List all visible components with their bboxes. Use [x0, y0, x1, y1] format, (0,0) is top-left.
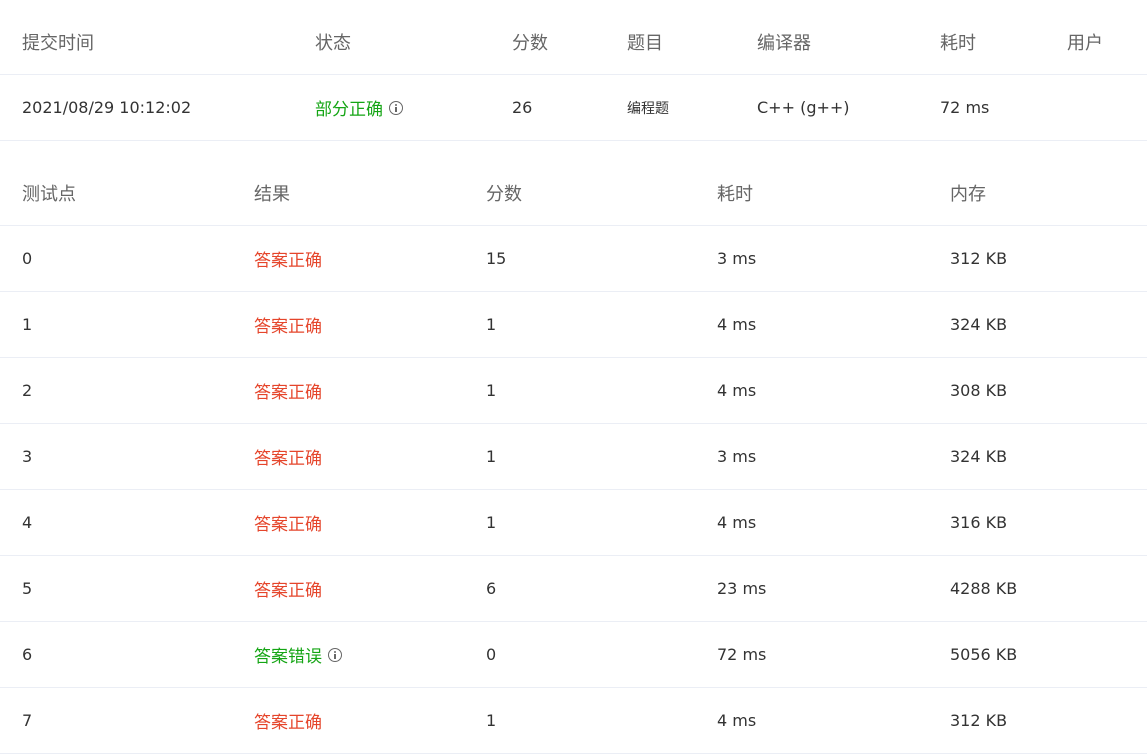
testcase-result-cell: 答案正确	[254, 358, 322, 423]
testcase-result: 答案正确	[254, 449, 322, 469]
compiler-name: C++ (g++)	[757, 98, 850, 117]
header-user: 用户	[1067, 33, 1103, 54]
header-testcase: 测试点	[22, 183, 76, 205]
table-row: 5 答案正确 6 23 ms 4288 KB	[0, 556, 1147, 622]
table-row: 3 答案正确 1 3 ms 324 KB	[0, 424, 1147, 490]
testcase-memory: 5056 KB	[950, 645, 1018, 664]
testcase-id: 2	[22, 381, 33, 400]
testcase-result-cell: 答案正确	[254, 556, 322, 621]
info-circle-icon[interactable]	[328, 647, 342, 662]
testcase-result-cell: 答案正确	[254, 226, 322, 291]
testcase-result: 答案正确	[254, 317, 322, 337]
testcase-duration: 3 ms	[717, 447, 757, 466]
testcase-result: 答案正确	[254, 713, 322, 733]
testcase-score: 1	[486, 513, 497, 532]
testcase-result-cell: 答案错误	[254, 622, 342, 687]
table-row: 2 答案正确 1 4 ms 308 KB	[0, 358, 1147, 424]
testcase-duration: 4 ms	[717, 381, 757, 400]
testcase-score: 1	[486, 711, 497, 730]
testcase-score: 1	[486, 447, 497, 466]
testcase-result-cell: 答案正确	[254, 292, 322, 357]
header-status: 状态	[315, 33, 351, 54]
testcase-memory: 324 KB	[950, 315, 1008, 334]
testcase-memory: 4288 KB	[950, 579, 1018, 598]
testcase-memory: 324 KB	[950, 447, 1008, 466]
testcase-result-cell: 答案正确	[254, 688, 322, 753]
table-row: 4 答案正确 1 4 ms 316 KB	[0, 490, 1147, 556]
testcase-id: 3	[22, 447, 33, 466]
testcase-id: 7	[22, 711, 33, 730]
problem-type[interactable]: 编程题	[627, 75, 669, 140]
testcase-result: 答案正确	[254, 581, 322, 601]
testcase-score: 0	[486, 645, 497, 664]
testcase-result: 答案正确	[254, 515, 322, 535]
submit-time: 2021/08/29 10:12:02	[22, 98, 192, 117]
header-problem: 题目	[627, 33, 663, 54]
testcase-duration: 3 ms	[717, 249, 757, 268]
table-row: 6 答案错误 0 72 ms 5056 KB	[0, 622, 1147, 688]
header-result: 结果	[254, 183, 290, 205]
testcase-duration: 23 ms	[717, 579, 767, 598]
testcase-result: 答案正确	[254, 383, 322, 403]
testcase-id: 6	[22, 645, 33, 664]
testcase-id: 0	[22, 249, 33, 268]
status-text[interactable]: 部分正确	[315, 95, 383, 120]
table-row: 7 答案正确 1 4 ms 312 KB	[0, 688, 1147, 754]
submission-header-row: 提交时间 状态 分数 题目 编译器 耗时 用户	[0, 10, 1147, 75]
header-memory: 内存	[950, 183, 986, 205]
submission-row: 2021/08/29 10:12:02 部分正确 26 编程题 C++ (g++…	[0, 75, 1147, 141]
testcase-memory: 316 KB	[950, 513, 1008, 532]
testcase-duration: 72 ms	[717, 645, 767, 664]
testcase-score: 15	[486, 249, 507, 268]
table-row: 1 答案正确 1 4 ms 324 KB	[0, 292, 1147, 358]
header-submit-time: 提交时间	[22, 33, 94, 54]
testcase-result-cell: 答案正确	[254, 424, 322, 489]
testcase-score: 6	[486, 579, 497, 598]
testcase-id: 1	[22, 315, 33, 334]
testcase-table: 测试点 结果 分数 耗时 内存 0 答案正确 15 3 ms 312 KB 1 答案正确 1 4…	[0, 160, 1147, 755]
testcase-score: 1	[486, 315, 497, 334]
testcase-score: 1	[486, 381, 497, 400]
header-duration: 耗时	[940, 33, 976, 54]
testcase-id: 5	[22, 579, 33, 598]
status-cell: 部分正确	[315, 75, 403, 140]
testcase-duration: 4 ms	[717, 315, 757, 334]
testcase-result-cell: 答案正确	[254, 490, 322, 555]
submission-score: 26	[512, 98, 533, 117]
testcase-result: 答案正确	[254, 251, 322, 271]
testcase-duration: 4 ms	[717, 711, 757, 730]
header-score: 分数	[512, 33, 548, 54]
testcase-result: 答案错误	[254, 647, 322, 667]
submission-duration: 72 ms	[940, 98, 990, 117]
testcase-duration: 4 ms	[717, 513, 757, 532]
header-testcase-duration: 耗时	[717, 183, 753, 205]
table-row: 0 答案正确 15 3 ms 312 KB	[0, 226, 1147, 292]
testcase-header-row: 测试点 结果 分数 耗时 内存	[0, 160, 1147, 226]
header-testcase-score: 分数	[486, 183, 522, 205]
header-compiler: 编译器	[757, 33, 811, 54]
testcase-id: 4	[22, 513, 33, 532]
testcase-memory: 312 KB	[950, 711, 1008, 730]
testcase-memory: 308 KB	[950, 381, 1008, 400]
testcase-memory: 312 KB	[950, 249, 1008, 268]
info-circle-icon[interactable]	[389, 100, 403, 115]
submission-table: 提交时间 状态 分数 题目 编译器 耗时 用户 2021/08/29 10:12…	[0, 0, 1147, 141]
